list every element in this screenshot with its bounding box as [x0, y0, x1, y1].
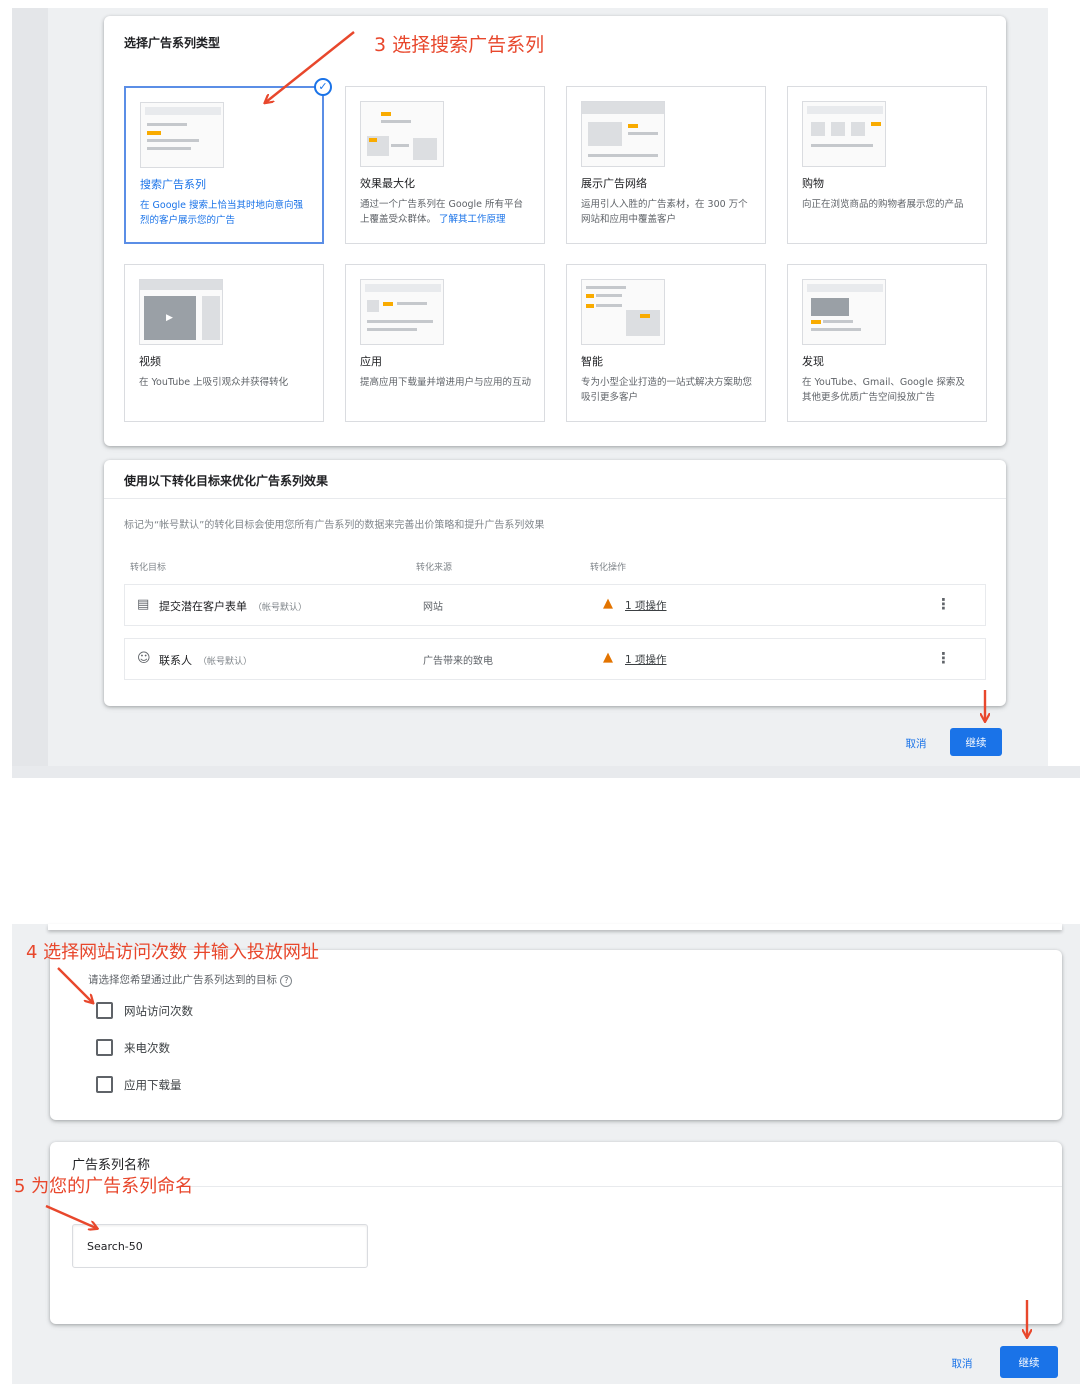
tile-desc: 向正在浏览商品的购物者展示您的产品 — [802, 199, 964, 210]
checkbox-icon[interactable] — [96, 1039, 113, 1056]
checkbox-label: 来电次数 — [124, 1041, 170, 1055]
tile-desc: 提高应用下载量并增进用户与应用的互动 — [360, 377, 532, 388]
tile-search[interactable]: 搜索广告系列 在 Google 搜索上恰当其时地向意向强烈的客户展示您的广告 ✓ — [124, 78, 332, 244]
tile-app[interactable]: 应用 提高应用下载量并增进用户与应用的互动 — [345, 264, 545, 422]
annotation-step-4: 4 选择网站访问次数 并输入投放网址 — [26, 942, 319, 963]
learn-more-link[interactable]: 了解其工作原理 — [439, 214, 506, 225]
tile-title: 搜索广告系列 — [140, 178, 206, 191]
goal-source: 网站 — [423, 602, 443, 613]
warning-icon: ▲ — [603, 650, 613, 665]
continue-button[interactable]: 继续 — [950, 728, 1002, 756]
checkbox-icon[interactable] — [96, 1002, 113, 1019]
divider — [190, 1186, 1062, 1187]
goal-action-link[interactable]: 1 项操作 — [625, 652, 667, 667]
campaign-type-card: 选择广告系列类型 搜索广告系列 在 Google 搜索上恰当其时地向意向强烈的客… — [104, 16, 1006, 446]
help-icon[interactable]: ? — [280, 975, 293, 987]
tile-display[interactable]: 展示广告网络 运用引人入胜的广告素材，在 300 万个网站和应用中覆盖客户 — [566, 86, 766, 244]
app-thumbnail-icon — [360, 279, 444, 345]
tile-desc: 在 Google 搜索上恰当其时地向意向强烈的客户展示您的广告 — [140, 200, 304, 226]
campaign-name-card: 广告系列名称 — [50, 1142, 1062, 1324]
display-thumbnail-icon — [581, 101, 665, 167]
column-header-source: 转化来源 — [416, 563, 453, 573]
top-screenshot: 选择广告系列类型 搜索广告系列 在 Google 搜索上恰当其时地向意向强烈的客… — [12, 8, 1048, 766]
cancel-button[interactable]: 取消 — [938, 1354, 986, 1372]
annotation-step-3: 3 选择搜索广告系列 — [374, 34, 545, 56]
form-icon: ▤ — [137, 597, 150, 612]
tile-desc: 运用引人入胜的广告素材，在 300 万个网站和应用中覆盖客户 — [581, 199, 748, 225]
previous-card-edge — [48, 924, 1062, 930]
tile-desc: 在 YouTube 上吸引观众并获得转化 — [139, 377, 289, 388]
tile-title: 应用 — [360, 355, 382, 368]
column-header-goal: 转化目标 — [130, 563, 167, 573]
tile-desc: 专为小型企业打造的一站式解决方案助您吸引更多客户 — [581, 377, 753, 403]
search-thumbnail-icon — [140, 102, 224, 168]
tile-desc: 通过一个广告系列在 Google 所有平台上覆盖受众群体。 了解其工作原理 — [360, 199, 524, 225]
conversion-goals-title: 使用以下转化目标来优化广告系列效果 — [124, 474, 329, 488]
goal-action-link[interactable]: 1 项操作 — [625, 598, 667, 613]
separator-strip — [12, 766, 1080, 778]
contact-icon: ☺ — [137, 651, 151, 666]
discovery-thumbnail-icon — [802, 279, 886, 345]
tile-video[interactable]: ▶ 视频 在 YouTube 上吸引观众并获得转化 — [124, 264, 324, 422]
campaign-goals-card: 请选择您希望通过此广告系列达到的目标 ? 网站访问次数 来电次数 应用下载量 — [50, 950, 1062, 1120]
bottom-screenshot: 请选择您希望通过此广告系列达到的目标 ? 网站访问次数 来电次数 应用下载量 广… — [12, 924, 1080, 1384]
conversion-goals-card: 使用以下转化目标来优化广告系列效果 标记为“帐号默认”的转化目标会使用您所有广告… — [104, 460, 1006, 706]
campaign-name-input[interactable] — [72, 1224, 368, 1268]
checkbox-icon[interactable] — [96, 1076, 113, 1093]
tile-title: 发现 — [802, 355, 824, 368]
tile-shopping[interactable]: 购物 向正在浏览商品的购物者展示您的产品 — [787, 86, 987, 244]
shopping-thumbnail-icon — [802, 101, 886, 167]
continue-button[interactable]: 继续 — [1000, 1346, 1058, 1378]
more-vert-icon[interactable]: ⋮ — [936, 595, 951, 613]
more-vert-icon[interactable]: ⋮ — [936, 649, 951, 667]
column-header-action: 转化操作 — [590, 563, 627, 573]
tile-title: 智能 — [581, 355, 603, 368]
annotation-step-5: 5 为您的广告系列命名 — [14, 1176, 194, 1197]
check-circle-icon: ✓ — [314, 78, 332, 96]
checkbox-label: 应用下载量 — [124, 1078, 182, 1092]
campaign-type-title: 选择广告系列类型 — [124, 36, 221, 50]
tile-title: 效果最大化 — [360, 177, 415, 190]
cancel-button[interactable]: 取消 — [892, 734, 940, 752]
tile-discovery[interactable]: 发现 在 YouTube、Gmail、Google 探索及其他更多优质广告空间投… — [787, 264, 987, 422]
table-row[interactable]: ☺ 联系人 （帐号默认） 广告带来的致电 ▲ 1 项操作 ⋮ — [124, 638, 986, 680]
tile-smart[interactable]: 智能 专为小型企业打造的一站式解决方案助您吸引更多客户 — [566, 264, 766, 422]
performance-max-thumbnail-icon — [360, 101, 444, 167]
tile-title: 展示广告网络 — [581, 177, 647, 190]
tile-title: 购物 — [802, 177, 824, 190]
tile-desc: 在 YouTube、Gmail、Google 探索及其他更多优质广告空间投放广告 — [802, 377, 965, 403]
table-row[interactable]: ▤ 提交潜在客户表单 （帐号默认） 网站 ▲ 1 项操作 ⋮ — [124, 584, 986, 626]
divider — [104, 498, 1006, 499]
goal-name: 联系人 （帐号默认） — [159, 654, 253, 667]
goal-source: 广告带来的致电 — [423, 656, 493, 667]
tile-title: 视频 — [139, 355, 161, 368]
video-thumbnail-icon: ▶ — [139, 279, 223, 345]
warning-icon: ▲ — [603, 596, 613, 611]
campaign-name-label: 广告系列名称 — [72, 1158, 151, 1173]
goal-name: 提交潜在客户表单 （帐号默认） — [159, 600, 308, 613]
tile-performance-max[interactable]: 效果最大化 通过一个广告系列在 Google 所有平台上覆盖受众群体。 了解其工… — [345, 86, 545, 244]
checkbox-label: 网站访问次数 — [124, 1004, 193, 1018]
left-panel-band — [12, 8, 48, 766]
conversion-goals-subtitle: 标记为“帐号默认”的转化目标会使用您所有广告系列的数据来完善出价策略和提升广告系… — [124, 520, 545, 531]
goals-prompt: 请选择您希望通过此广告系列达到的目标 ? — [88, 972, 293, 987]
smart-thumbnail-icon — [581, 279, 665, 345]
